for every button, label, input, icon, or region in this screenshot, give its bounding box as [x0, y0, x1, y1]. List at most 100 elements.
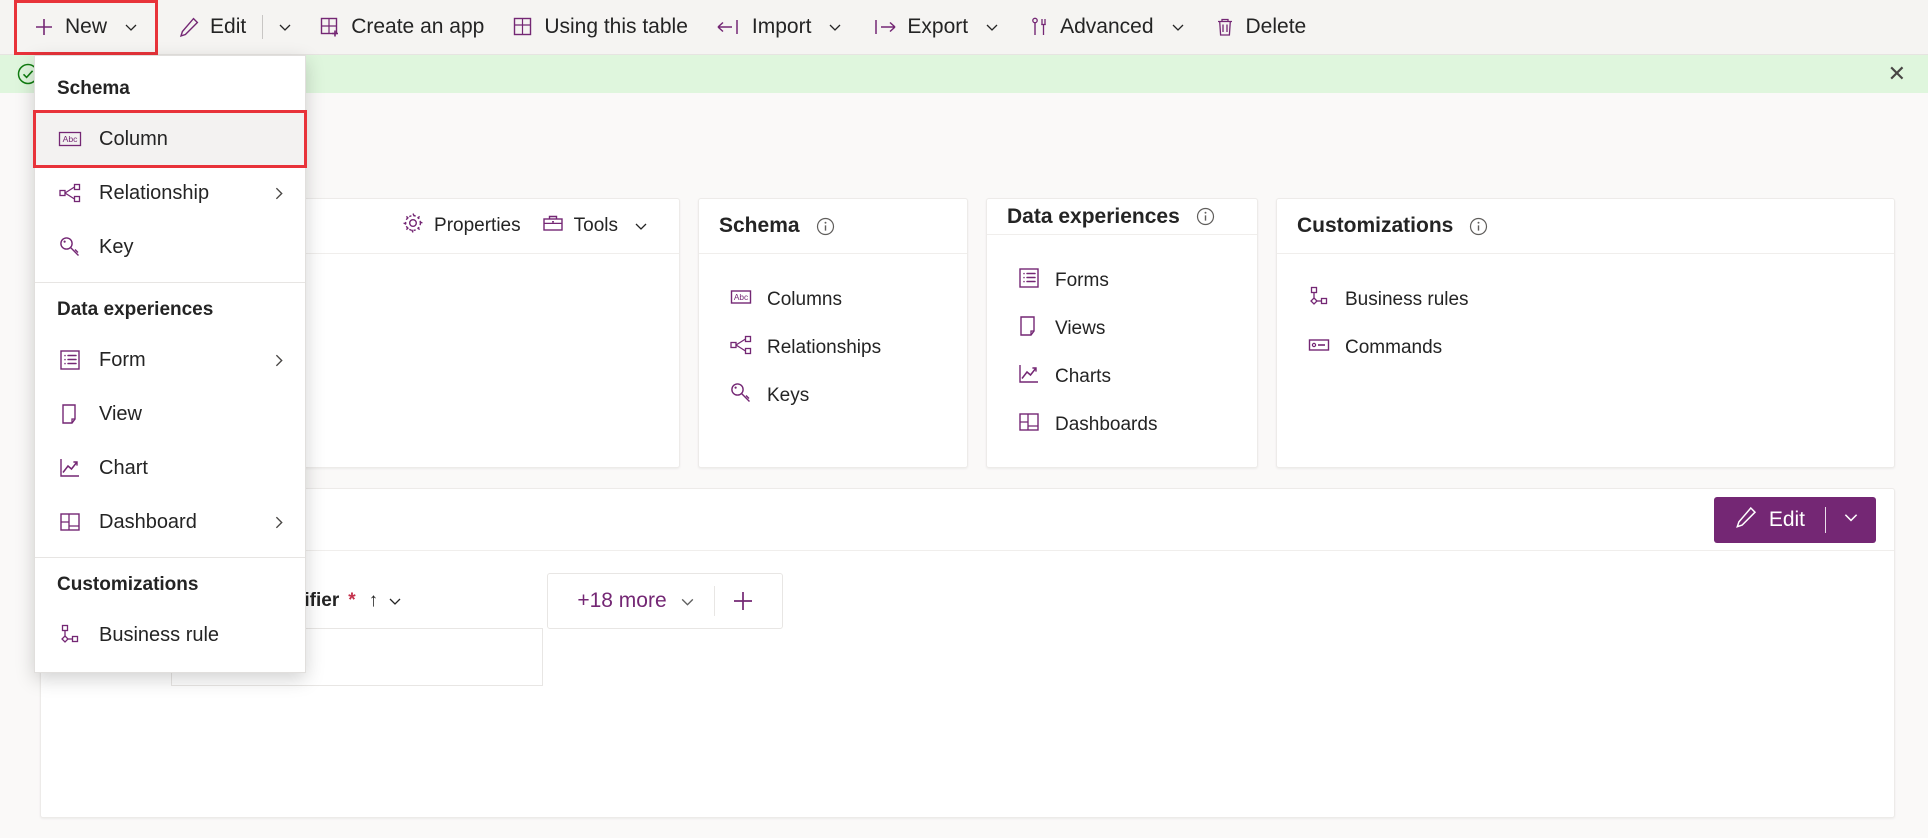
sort-ascending-icon[interactable]: ↑	[369, 590, 379, 612]
trash-icon	[1214, 16, 1236, 38]
menu-item-chart[interactable]: Chart	[35, 441, 305, 495]
command-edit-dropdown[interactable]	[265, 0, 305, 55]
properties-button[interactable]: Properties	[391, 205, 531, 247]
pencil-icon	[178, 16, 200, 38]
command-create-an-app[interactable]: Create an app	[305, 0, 498, 55]
menu-section-schema-title: Schema	[57, 78, 130, 99]
key-icon	[729, 381, 753, 411]
gear-icon	[401, 211, 425, 241]
menu-section-data-experiences-title: Data experiences	[57, 299, 214, 320]
link-views-label: Views	[1055, 318, 1106, 339]
chevron-down-icon	[1842, 508, 1860, 531]
link-columns-label: Columns	[767, 289, 842, 310]
grid-header-row: Abc File identifier * ↑ +18 more	[41, 573, 1894, 629]
dashboard-icon	[57, 510, 83, 534]
menu-section-customizations-title: Customizations	[57, 574, 199, 595]
command-export[interactable]: Export	[857, 0, 1014, 55]
schema-card-header: Schema	[699, 199, 967, 254]
edit-button-label: Edit	[1768, 507, 1805, 531]
menu-item-dashboard-label: Dashboard	[99, 510, 197, 533]
toolbox-icon	[541, 211, 565, 241]
business-rule-icon	[57, 623, 83, 647]
commands-icon	[1307, 333, 1331, 363]
abc-column-icon: Abc	[729, 285, 753, 315]
edit-button[interactable]: Edit	[1714, 497, 1825, 543]
business-rule-icon	[1307, 285, 1331, 315]
edit-button-divider	[1825, 506, 1826, 533]
link-charts[interactable]: Charts	[1011, 353, 1237, 401]
command-create-an-app-label: Create an app	[351, 15, 485, 38]
chevron-down-icon[interactable]	[387, 593, 403, 609]
command-new-label: New	[65, 15, 108, 38]
menu-item-view[interactable]: View	[35, 387, 305, 441]
link-dashboards-label: Dashboards	[1055, 414, 1158, 435]
pencil-icon	[1734, 505, 1758, 535]
chevron-down-icon	[277, 19, 293, 35]
link-commands[interactable]: Commands	[1301, 324, 1874, 372]
grid-more-columns-control: +18 more	[547, 573, 783, 629]
form-icon	[1017, 266, 1041, 296]
schema-card: Schema Abc Columns Relationships Keys	[698, 198, 968, 468]
command-delete-label: Delete	[1245, 15, 1307, 38]
link-relationships[interactable]: Relationships	[723, 324, 947, 372]
view-icon	[57, 402, 83, 426]
edit-dropdown-button[interactable]	[1826, 497, 1876, 543]
link-keys[interactable]: Keys	[723, 372, 947, 420]
tools-label: Tools	[573, 215, 618, 236]
menu-item-view-label: View	[99, 402, 142, 425]
chevron-down-icon	[633, 218, 649, 234]
command-import[interactable]: Import	[702, 0, 858, 55]
abc-column-icon: Abc	[57, 129, 83, 149]
key-icon	[57, 235, 83, 259]
info-icon[interactable]	[1196, 207, 1215, 226]
edit-split-button: Edit	[1713, 496, 1876, 543]
data-experiences-card-body: Forms Views Charts Dashboards	[987, 235, 1257, 467]
relationship-icon	[729, 333, 753, 363]
menu-item-business-rule[interactable]: Business rule	[35, 608, 305, 662]
command-bar: New Edit Create an app Using this table	[0, 0, 1928, 55]
plus-icon	[33, 16, 55, 38]
chart-icon	[57, 456, 83, 480]
info-icon[interactable]	[816, 217, 835, 236]
more-columns-button[interactable]: +18 more	[559, 589, 713, 613]
menu-item-relationship[interactable]: Relationship	[35, 166, 305, 220]
dashboard-icon	[1017, 410, 1041, 440]
info-icon[interactable]	[1469, 217, 1488, 236]
chevron-right-icon	[270, 514, 287, 531]
chevron-down-icon	[1170, 19, 1186, 35]
command-using-this-table[interactable]: Using this table	[498, 0, 702, 55]
link-forms[interactable]: Forms	[1011, 257, 1237, 305]
link-relationships-label: Relationships	[767, 337, 882, 358]
chevron-down-icon	[827, 19, 843, 35]
menu-item-dashboard[interactable]: Dashboard	[35, 495, 305, 549]
add-column-button[interactable]	[715, 574, 771, 628]
chevron-down-icon	[123, 19, 139, 35]
svg-text:Abc: Abc	[734, 292, 748, 302]
tools-button[interactable]: Tools	[531, 205, 659, 247]
new-button-highlight: New	[14, 0, 159, 55]
customizations-card-title: Customizations	[1297, 214, 1454, 237]
customizations-card-body: Business rules Commands	[1277, 254, 1894, 467]
link-views[interactable]: Views	[1011, 305, 1237, 353]
required-marker: *	[348, 589, 356, 611]
menu-item-column[interactable]: Abc Column	[33, 110, 307, 168]
link-dashboards[interactable]: Dashboards	[1011, 401, 1237, 449]
command-using-this-table-label: Using this table	[544, 15, 688, 38]
chevron-right-icon	[270, 185, 287, 202]
menu-item-key[interactable]: Key	[35, 220, 305, 274]
close-icon[interactable]: ✕	[1882, 59, 1912, 89]
link-business-rules[interactable]: Business rules	[1301, 276, 1874, 324]
command-new[interactable]: New	[17, 0, 155, 55]
form-icon	[57, 348, 83, 372]
columns-and-data-header: s columns and data Edit	[41, 489, 1894, 551]
menu-item-form-label: Form	[99, 348, 146, 371]
link-columns[interactable]: Abc Columns	[723, 276, 947, 324]
command-edit[interactable]: Edit	[164, 0, 260, 55]
command-advanced[interactable]: Advanced	[1014, 0, 1199, 55]
menu-item-column-label: Column	[99, 127, 168, 150]
command-delete[interactable]: Delete	[1200, 0, 1321, 55]
menu-item-form[interactable]: Form	[35, 333, 305, 387]
link-business-rules-label: Business rules	[1345, 289, 1469, 310]
more-columns-label: +18 more	[577, 589, 667, 612]
link-forms-label: Forms	[1055, 270, 1109, 291]
